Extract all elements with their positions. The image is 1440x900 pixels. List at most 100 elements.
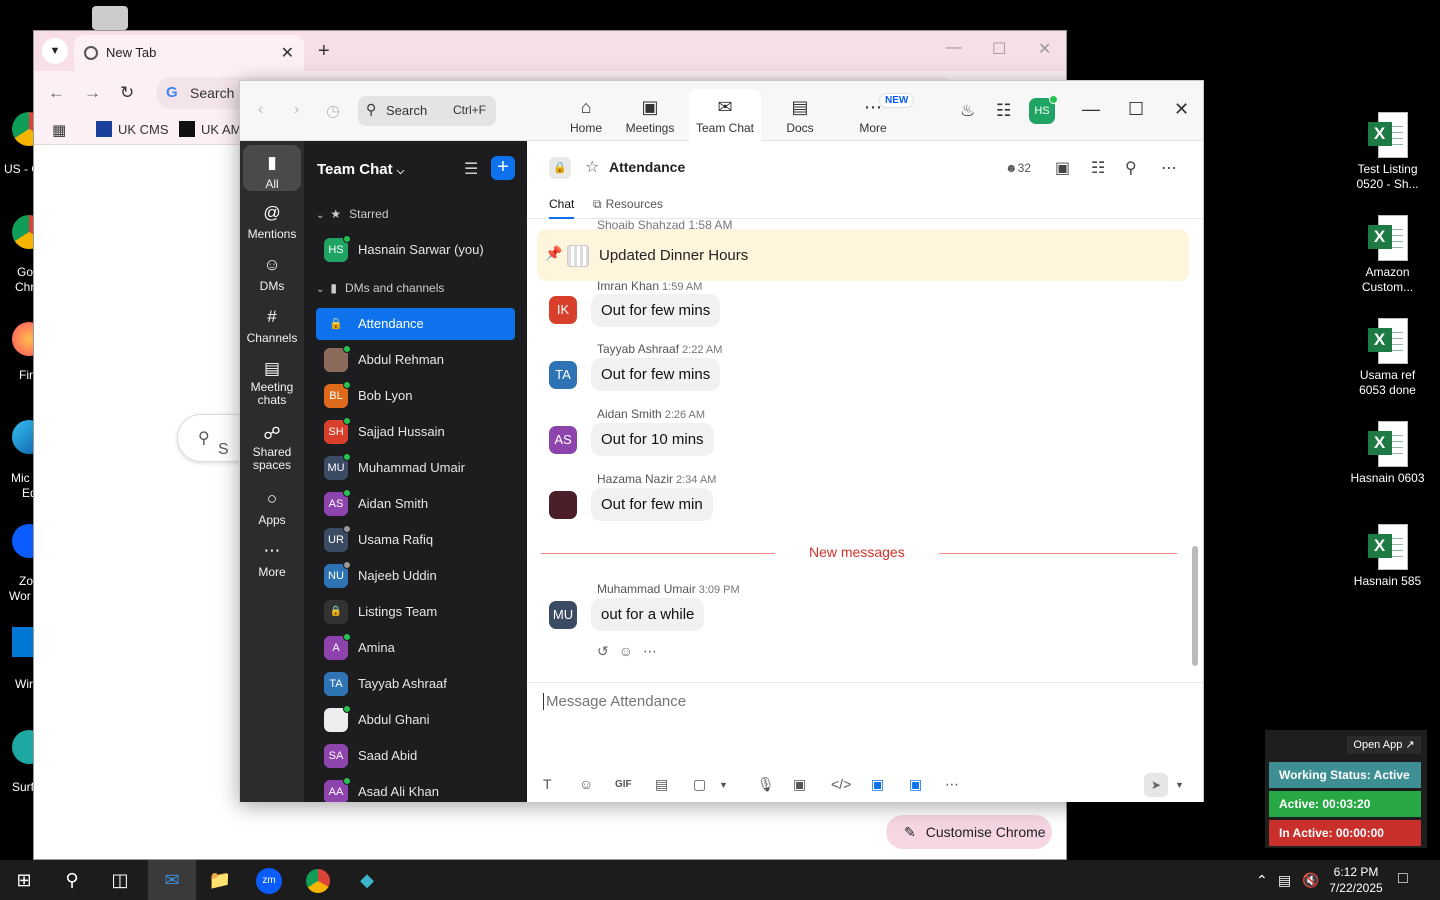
- chevron-down-icon[interactable]: ▼: [1175, 780, 1184, 790]
- minimize-icon[interactable]: —: [1082, 99, 1100, 120]
- starred-section[interactable]: ⌄ ★ Starred: [316, 207, 389, 221]
- filter-icon[interactable]: ☰: [464, 159, 478, 179]
- maximize-icon[interactable]: ☐: [1128, 99, 1144, 120]
- sidebar-item[interactable]: Abdul Rehman: [316, 344, 515, 376]
- sidebar-item[interactable]: 🔒 Listings Team: [316, 596, 515, 628]
- user-avatar[interactable]: HS: [1029, 95, 1058, 124]
- sidebar-item-attendance[interactable]: 🔒 Attendance: [316, 308, 515, 340]
- rail-more[interactable]: ⋯ More: [243, 541, 301, 581]
- sidebar-item[interactable]: HS Hasnain Sarwar (you): [316, 234, 515, 266]
- sidebar-item[interactable]: AS Aidan Smith: [316, 488, 515, 520]
- star-outline-icon[interactable]: ☆: [585, 157, 599, 177]
- format-text-icon[interactable]: T: [543, 776, 552, 792]
- apps-grid-icon[interactable]: ▦: [52, 121, 66, 139]
- taskbar-clock[interactable]: 6:12 PM 7/22/2025: [1328, 864, 1384, 896]
- sidebar-item[interactable]: SA Saad Abid: [316, 740, 515, 772]
- rail-channels[interactable]: # Channels: [243, 307, 301, 347]
- chrome-tab[interactable]: New Tab ✕: [74, 35, 304, 71]
- open-app-button[interactable]: Open App ↗: [1347, 736, 1421, 754]
- customise-chrome-button[interactable]: ✎ Customise Chrome: [886, 815, 1052, 849]
- nav-meetings[interactable]: ▣ Meetings: [614, 89, 686, 141]
- sidebar-item[interactable]: Abdul Ghani: [316, 704, 515, 736]
- bookmark-uk-am[interactable]: UK AM: [179, 121, 241, 137]
- search-icon[interactable]: ⚲: [48, 860, 96, 900]
- sidebar-item[interactable]: A Amina: [316, 632, 515, 664]
- search-icon[interactable]: ⚲: [1125, 158, 1137, 178]
- app-taskbar-icon[interactable]: ◆: [343, 860, 391, 900]
- maximize-icon[interactable]: ☐: [992, 39, 1006, 59]
- reply-icon[interactable]: ↺: [597, 643, 619, 659]
- bookmark-uk-cms[interactable]: UK CMS: [96, 121, 169, 137]
- rail-all[interactable]: ▮ All: [243, 145, 301, 191]
- message-input[interactable]: [543, 693, 1183, 710]
- sidebar-item[interactable]: MU Muhammad Umair: [316, 452, 515, 484]
- back-arrow-icon[interactable]: ←: [48, 83, 65, 103]
- notification-icon[interactable]: □: [1398, 870, 1408, 888]
- excel-file-icon[interactable]: X Hasnain 0603: [1340, 421, 1435, 486]
- zoom-search-input[interactable]: ⚲ Search Ctrl+F: [358, 96, 496, 126]
- more-icon[interactable]: ⋯: [643, 643, 667, 659]
- rail-apps[interactable]: ○ Apps: [243, 489, 301, 529]
- zoom-taskbar-icon[interactable]: zm: [245, 860, 293, 900]
- nav-more[interactable]: ⋯ More NEW: [837, 89, 915, 141]
- outlook-icon[interactable]: ✉: [148, 860, 196, 900]
- video-call-icon[interactable]: ▣: [1055, 158, 1070, 178]
- task-view-icon[interactable]: ◫: [96, 860, 144, 900]
- video-message-icon[interactable]: ▣: [793, 776, 806, 793]
- nav-team-chat[interactable]: ✉ Team Chat: [689, 89, 761, 141]
- new-tab-plus-icon[interactable]: +: [318, 40, 330, 63]
- chrome-taskbar-icon[interactable]: [294, 860, 342, 900]
- emoji-icon[interactable]: ☺: [579, 776, 593, 792]
- back-icon[interactable]: ‹: [258, 101, 263, 119]
- chevron-down-icon[interactable]: ▼: [719, 780, 728, 790]
- windows-start-icon[interactable]: ⊞: [0, 860, 48, 900]
- excel-file-icon[interactable]: X Hasnain 585: [1340, 524, 1435, 589]
- excel-file-icon[interactable]: X Test Listing 0520 - Sh...: [1340, 112, 1435, 192]
- close-tab-icon[interactable]: ✕: [281, 43, 294, 63]
- more-icon[interactable]: ⋯: [945, 776, 959, 793]
- file-explorer-icon[interactable]: 📁: [196, 860, 244, 900]
- new-chat-plus-button[interactable]: +: [491, 156, 515, 180]
- rail-mentions[interactable]: @ Mentions: [243, 203, 301, 243]
- sidebar-item[interactable]: AA Asad Ali Khan: [316, 776, 515, 802]
- pinned-message[interactable]: 📌 Updated Dinner Hours: [537, 229, 1189, 281]
- screenshot-icon[interactable]: ▢: [693, 776, 706, 793]
- network-icon[interactable]: ▤: [1278, 872, 1291, 889]
- tab-chat[interactable]: Chat: [549, 197, 575, 219]
- sidebar-item[interactable]: NU Najeeb Uddin: [316, 560, 515, 592]
- history-icon[interactable]: ◷: [326, 101, 340, 121]
- sidebar-item[interactable]: UR Usama Rafiq: [316, 524, 515, 556]
- close-window-icon[interactable]: ✕: [1038, 39, 1051, 59]
- calendar-icon[interactable]: ☷: [996, 101, 1011, 121]
- dms-section[interactable]: ⌄ ▮ DMs and channels: [316, 281, 444, 295]
- rail-shared-spaces[interactable]: ☍ Shared spaces: [243, 424, 301, 472]
- tab-search-chevron-icon[interactable]: ▼: [42, 38, 68, 64]
- recycle-bin-icon[interactable]: [92, 6, 132, 30]
- chat-scrollbar[interactable]: [1192, 546, 1198, 666]
- tab-resources[interactable]: ⧉ Resources: [593, 197, 663, 212]
- forward-arrow-icon[interactable]: →: [84, 83, 101, 103]
- sidebar-item[interactable]: TA Tayyab Ashraaf: [316, 668, 515, 700]
- sidebar-item[interactable]: SH Sajjad Hussain: [316, 416, 515, 448]
- gif-icon[interactable]: GIF: [615, 779, 632, 790]
- code-icon[interactable]: </>: [831, 776, 851, 792]
- app-icon[interactable]: ▣: [871, 776, 884, 793]
- tray-chevron-up-icon[interactable]: ⌃: [1256, 872, 1268, 889]
- bell-icon[interactable]: ♨: [960, 101, 975, 121]
- nav-home[interactable]: ⌂ Home: [550, 89, 622, 141]
- microphone-icon[interactable]: 🎙: [757, 776, 775, 793]
- more-options-icon[interactable]: ⋯: [1161, 158, 1177, 178]
- rail-meeting-chats[interactable]: ▤ Meeting chats: [243, 359, 301, 407]
- sidebar-item[interactable]: BL Bob Lyon: [316, 380, 515, 412]
- forward-icon[interactable]: ›: [294, 101, 299, 119]
- reload-icon[interactable]: ↻: [120, 83, 134, 103]
- rail-dms[interactable]: ☺ DMs: [243, 255, 301, 295]
- excel-file-icon[interactable]: X Usama ref 6053 done: [1340, 318, 1435, 398]
- file-icon[interactable]: ▤: [655, 776, 668, 793]
- excel-file-icon[interactable]: X Amazon Custom...: [1340, 215, 1435, 295]
- close-window-icon[interactable]: ✕: [1174, 99, 1189, 120]
- app-icon-2[interactable]: ▣: [909, 776, 922, 793]
- volume-muted-icon[interactable]: 🔇: [1302, 872, 1319, 889]
- nav-docs[interactable]: ▤ Docs: [764, 89, 836, 141]
- emoji-react-icon[interactable]: ☺: [619, 643, 643, 659]
